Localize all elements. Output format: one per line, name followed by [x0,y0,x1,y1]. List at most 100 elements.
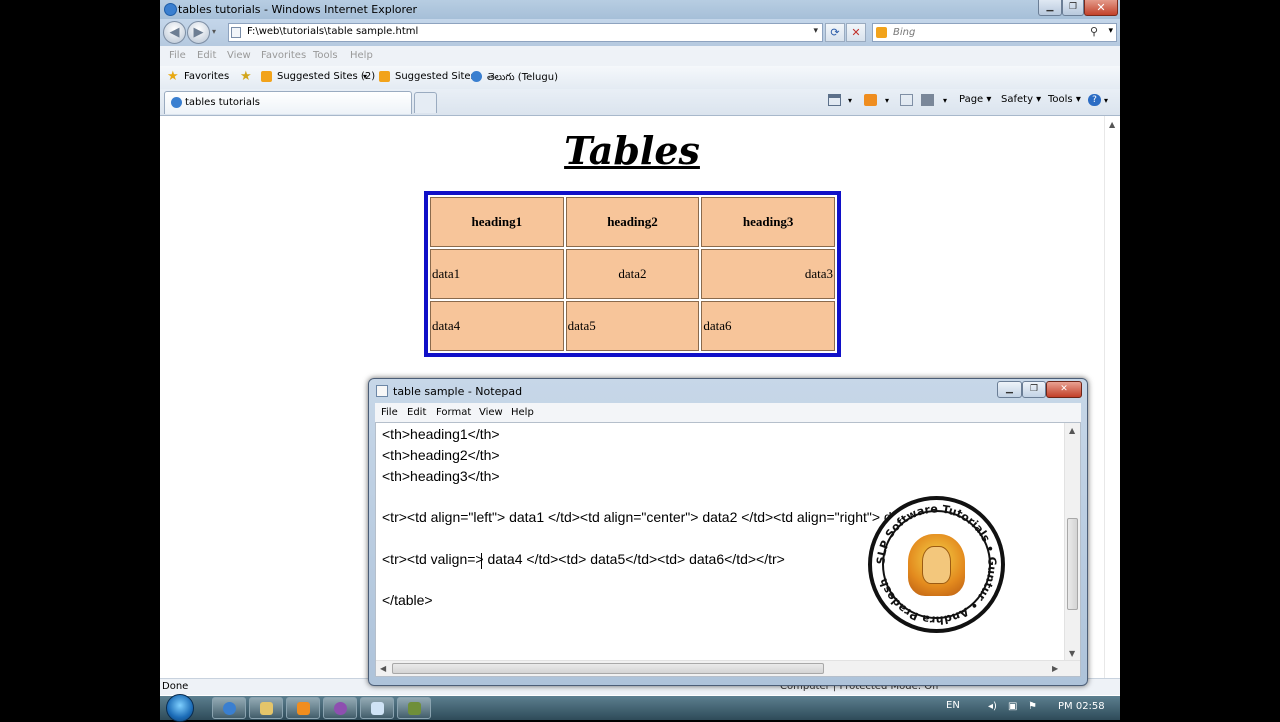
safety-menu-label: Safety [1001,94,1033,105]
notepad-vertical-thumb[interactable] [1067,518,1078,610]
menu-edit[interactable]: Edit [197,50,216,61]
favorites-button[interactable]: Favorites [184,71,229,82]
text-caret [481,553,482,569]
language-indicator[interactable]: EN [946,700,960,711]
menu-help[interactable]: Help [350,50,373,61]
print-icon[interactable] [921,94,934,106]
tab-tables-tutorials[interactable]: tables tutorials [164,91,412,114]
suggested-sites-link[interactable]: Suggested Sites [395,71,476,82]
forward-button[interactable]: ▶ [187,21,210,44]
recent-pages-chevron-icon[interactable]: ▾ [212,27,216,36]
notepad-scroll-up-icon[interactable]: ▲ [1069,426,1075,435]
address-url[interactable]: F:\web\tutorials\table sample.html [247,26,418,37]
feeds-chevron-icon[interactable]: ▾ [885,96,889,105]
notepad-scroll-left-icon[interactable]: ◀ [380,664,386,673]
search-input[interactable]: Bing [893,27,915,38]
search-options-chevron-icon[interactable]: ▾ [1108,26,1113,36]
tab-label: tables tutorials [185,97,261,108]
new-tab-button[interactable] [414,92,437,113]
page-menu[interactable]: Page ▾ [959,94,991,105]
suggested-sites-dropdown[interactable]: Suggested Sites (2) [277,71,375,82]
scroll-up-arrow-icon[interactable]: ▲ [1109,120,1115,129]
add-favorites-icon[interactable]: ★ [240,70,253,83]
stop-button[interactable]: ✕ [846,23,866,42]
taskbar-explorer-button[interactable] [249,697,283,719]
notepad-scroll-right-icon[interactable]: ▶ [1052,664,1058,673]
close-button[interactable]: ✕ [1084,0,1118,16]
print-chevron-icon[interactable]: ▾ [943,96,947,105]
status-text: Done [162,681,189,692]
table-cell: data2 [565,249,700,299]
notepad-menu-edit[interactable]: Edit [407,407,426,418]
ie-logo-icon [164,3,177,16]
notepad-menu-format[interactable]: Format [436,407,471,418]
taskbar-recorder-button[interactable] [323,697,357,719]
seal-text: SLP Software Tutorials • Guntur • Andhra… [874,502,998,626]
notepad-scroll-down-icon[interactable]: ▼ [1069,649,1075,658]
suggested-sites-link-icon [379,71,390,82]
menu-favorites[interactable]: Favorites [261,50,306,61]
page-icon [231,27,241,38]
favorites-star-icon: ★ [167,69,179,84]
feeds-icon[interactable] [864,94,877,106]
notepad-vertical-scrollbar[interactable]: ▲ ▼ [1064,423,1080,660]
taskbar-ie-button[interactable] [212,697,246,719]
suggested-sites-chevron-icon[interactable]: ▾ [363,72,367,81]
bing-icon [876,27,887,38]
table-cell: data3 [701,249,835,299]
network-icon[interactable]: ▣ [1008,701,1017,712]
menu-view[interactable]: View [227,50,251,61]
home-icon[interactable] [828,94,841,106]
tools-menu-label: Tools [1048,94,1073,105]
address-field[interactable]: F:\web\tutorials\table sample.html ▾ [228,23,823,42]
maximize-button[interactable]: ❐ [1062,0,1084,16]
back-button[interactable]: ◀ [163,21,186,44]
notepad-minimize-button[interactable]: ▁ [997,381,1022,398]
notepad-close-button[interactable]: ✕ [1046,381,1082,398]
table-header-cell: heading2 [565,197,700,247]
page-vertical-scrollbar[interactable]: ▲ [1104,116,1120,678]
address-dropdown-icon[interactable]: ▾ [813,26,818,36]
start-button[interactable] [166,694,194,722]
tools-menu[interactable]: Tools ▾ [1048,94,1081,105]
refresh-button[interactable]: ⟳ [825,23,845,42]
table-header-cell: heading1 [430,197,564,247]
search-box[interactable]: Bing ⚲ ▾ [872,23,1117,42]
clock[interactable]: PM 02:58 [1058,701,1105,712]
search-icon[interactable]: ⚲ [1090,25,1098,38]
watermark-seal: SLP Software Tutorials • Guntur • Andhra… [868,496,1005,633]
minimize-button[interactable]: ▁ [1038,0,1062,16]
help-icon[interactable]: ? [1088,94,1101,106]
volume-icon[interactable]: ◂) [988,701,997,712]
mail-icon[interactable] [900,94,913,106]
notepad-restore-button[interactable]: ❐ [1022,381,1046,398]
safety-menu[interactable]: Safety ▾ [1001,94,1041,105]
table-cell: data1 [430,249,564,299]
ie-taskbar-icon [223,702,236,715]
media-player-icon [297,702,310,715]
taskbar-app-button[interactable] [397,697,431,719]
notepad-taskbar-icon [371,702,384,715]
help-chevron-icon[interactable]: ▾ [1104,96,1108,105]
notepad-menu-help[interactable]: Help [511,407,534,418]
notepad-menu-file[interactable]: File [381,407,398,418]
notepad-horizontal-thumb[interactable] [392,663,824,674]
seal-text-path: SLP Software Tutorials • Guntur • Andhra… [874,502,998,626]
taskbar-media-player-button[interactable] [286,697,320,719]
telugu-link-icon [471,71,482,82]
telugu-link[interactable]: తెలుగు (Telugu) [487,71,558,85]
home-chevron-icon[interactable]: ▾ [848,96,852,105]
suggested-sites-icon [261,71,272,82]
taskbar-notepad-button[interactable] [360,697,394,719]
page-menu-label: Page [959,94,984,105]
ie-menu-bar: File Edit View Favorites Tools Help [160,46,1120,67]
folder-icon [260,702,273,715]
flag-icon[interactable]: ⚑ [1028,701,1037,712]
notepad-menu-view[interactable]: View [479,407,503,418]
menu-tools[interactable]: Tools [313,50,338,61]
app-taskbar-icon [408,702,421,715]
code-line: <th>heading2</th> [382,447,500,463]
table-header-cell: heading3 [701,197,835,247]
notepad-horizontal-scrollbar[interactable]: ◀ ▶ [376,660,1080,676]
menu-file[interactable]: File [169,50,186,61]
